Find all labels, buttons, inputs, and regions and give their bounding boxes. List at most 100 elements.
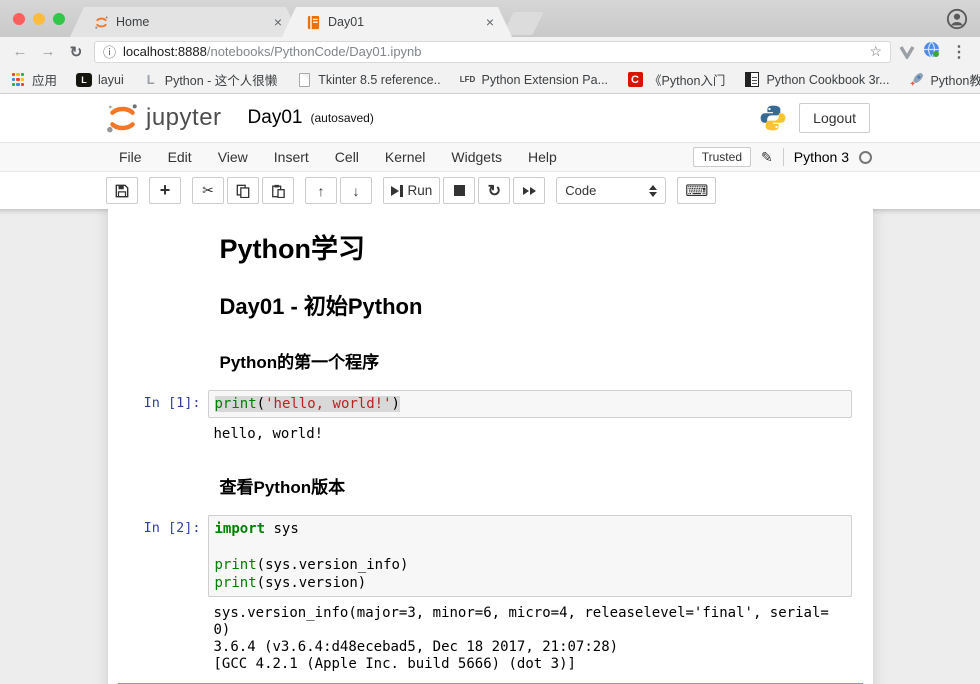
run-button[interactable]: Run — [383, 177, 440, 204]
menu-widgets[interactable]: Widgets — [438, 149, 515, 165]
bookmark-layui[interactable]: L layui — [76, 72, 124, 88]
divider — [783, 148, 784, 166]
lfd-icon: LFD — [460, 75, 476, 84]
copy-button[interactable] — [227, 177, 259, 204]
jupyter-brand[interactable]: jupyter — [104, 100, 222, 136]
markdown-heading-3[interactable]: Python的第一个程序 — [220, 348, 848, 373]
select-arrows-icon — [649, 185, 657, 197]
output-cell-1: hello, world! — [108, 423, 873, 446]
bookmarks-bar: 应用 L layui L Python - 这个人很懒 Tkinter 8.5 … — [0, 66, 980, 94]
markdown-heading-4[interactable]: 查看Python版本 — [220, 473, 848, 498]
jupyter-header: jupyter Day01 (autosaved) Logout — [0, 94, 980, 142]
url-field[interactable]: ⓘ localhost:8888/notebooks/PythonCode/Da… — [94, 41, 891, 63]
notebook-icon — [306, 15, 321, 30]
cut-button[interactable]: ✂ — [192, 177, 224, 204]
bookmark-apps[interactable]: 应用 — [10, 70, 57, 89]
browser-menu-icon[interactable]: ⋮ — [948, 42, 970, 62]
maximize-window-button[interactable] — [53, 13, 65, 25]
markdown-heading-2[interactable]: Day01 - 初始Python — [220, 289, 848, 321]
bookmark-label: 《Python入门 — [649, 70, 725, 89]
restart-run-all-button[interactable] — [513, 177, 545, 204]
markdown-heading-1[interactable]: Python学习 — [220, 227, 848, 266]
copy-icon — [236, 184, 250, 198]
notebook-title[interactable]: Day01 — [248, 107, 303, 129]
bookmark-label: Python Extension Pa... — [482, 73, 608, 87]
menu-help[interactable]: Help — [515, 149, 570, 165]
menu-insert[interactable]: Insert — [261, 149, 322, 165]
bookmark-label: Python Cookbook 3r... — [766, 73, 889, 87]
kernel-status-icon — [859, 151, 872, 164]
close-tab-icon[interactable]: × — [484, 14, 496, 30]
output-text: sys.version_info(major=3, minor=6, micro… — [208, 602, 852, 676]
save-button[interactable] — [106, 177, 138, 204]
tab-day01[interactable]: Day01 × — [282, 7, 512, 37]
output-text: hello, world! — [208, 423, 852, 446]
bookmark-label: 应用 — [32, 70, 57, 89]
notebook-toolbar: + ✂ ↑ ↓ R — [0, 172, 980, 209]
menu-edit[interactable]: Edit — [155, 149, 205, 165]
jupyter-logo-icon — [104, 100, 140, 136]
floppy-icon — [115, 184, 129, 198]
bookmark-python-blog[interactable]: L Python - 这个人很懒 — [143, 70, 278, 89]
window-controls — [13, 13, 65, 25]
step-forward-icon — [391, 185, 403, 197]
restart-kernel-button[interactable]: ↻ — [478, 177, 510, 204]
tab-title: Home — [116, 15, 272, 29]
bookmark-label: Python教程 — [930, 70, 980, 89]
bookmark-python-intro[interactable]: C 《Python入门 — [627, 70, 725, 89]
move-cell-down-button[interactable]: ↓ — [340, 177, 372, 204]
paste-icon — [271, 184, 285, 198]
trusted-badge[interactable]: Trusted — [693, 147, 751, 167]
bookmark-python-tutorial[interactable]: Python教程 — [908, 70, 980, 89]
add-cell-button[interactable]: + — [149, 177, 181, 204]
globe-extension-icon[interactable] — [923, 41, 940, 63]
code-input[interactable]: import sys print(sys.version_info)print(… — [208, 515, 852, 597]
bookmark-label: Tkinter 8.5 reference.. — [318, 73, 440, 87]
url-host: localhost:8888 — [123, 44, 207, 59]
move-cell-up-button[interactable]: ↑ — [305, 177, 337, 204]
bookmark-cookbook[interactable]: Python Cookbook 3r... — [744, 72, 889, 88]
profile-icon[interactable] — [946, 8, 968, 30]
url-path: /notebooks/PythonCode/Day01.ipynb — [207, 44, 422, 59]
output-prompt — [108, 602, 208, 676]
apps-grid-icon — [10, 72, 26, 88]
minimize-window-button[interactable] — [33, 13, 45, 25]
cell-type-select[interactable]: Code — [556, 177, 666, 204]
menu-bar: File Edit View Insert Cell Kernel Widget… — [0, 142, 980, 172]
stop-icon — [454, 185, 465, 196]
csdn-icon: C — [628, 72, 643, 87]
menu-view[interactable]: View — [205, 149, 261, 165]
close-tab-icon[interactable]: × — [272, 14, 284, 30]
edit-title-pencil-icon[interactable]: ✎ — [761, 149, 773, 166]
bookmark-star-icon[interactable]: ☆ — [869, 43, 882, 60]
python-logo-icon — [759, 104, 787, 132]
menu-kernel[interactable]: Kernel — [372, 149, 438, 165]
extension-v-icon[interactable] — [899, 45, 915, 59]
tab-home[interactable]: Home × — [70, 7, 300, 37]
interrupt-kernel-button[interactable] — [443, 177, 475, 204]
bookmark-python-extension[interactable]: LFD Python Extension Pa... — [460, 72, 608, 88]
input-prompt: In [2]: — [108, 515, 208, 597]
code-input[interactable]: print('hello, world!') — [208, 390, 852, 418]
output-cell-2: sys.version_info(major=3, minor=6, micro… — [108, 602, 873, 676]
command-palette-button[interactable]: ⌨ — [677, 177, 716, 204]
paste-button[interactable] — [262, 177, 294, 204]
code-cell-1: In [1]: print('hello, world!') — [108, 390, 873, 418]
jupyter-logo-icon — [94, 15, 109, 30]
bookmark-tkinter[interactable]: Tkinter 8.5 reference.. — [296, 72, 440, 88]
forward-icon[interactable]: → — [38, 43, 58, 60]
document-icon — [299, 73, 310, 87]
bookmark-label: Python - 这个人很懒 — [165, 70, 278, 89]
site-info-icon[interactable]: ⓘ — [103, 42, 116, 61]
reload-icon[interactable]: ↻ — [66, 43, 86, 61]
tab-strip: Home × Day01 × — [0, 0, 980, 37]
tab-title: Day01 — [328, 15, 484, 29]
autosave-status: (autosaved) — [310, 111, 373, 125]
menu-cell[interactable]: Cell — [322, 149, 372, 165]
close-window-button[interactable] — [13, 13, 25, 25]
logout-button[interactable]: Logout — [799, 103, 870, 133]
menu-file[interactable]: File — [106, 149, 155, 165]
input-prompt: In [1]: — [108, 390, 208, 418]
back-icon[interactable]: ← — [10, 43, 30, 60]
code-cell-2: In [2]: import sys print(sys.version_inf… — [108, 515, 873, 597]
